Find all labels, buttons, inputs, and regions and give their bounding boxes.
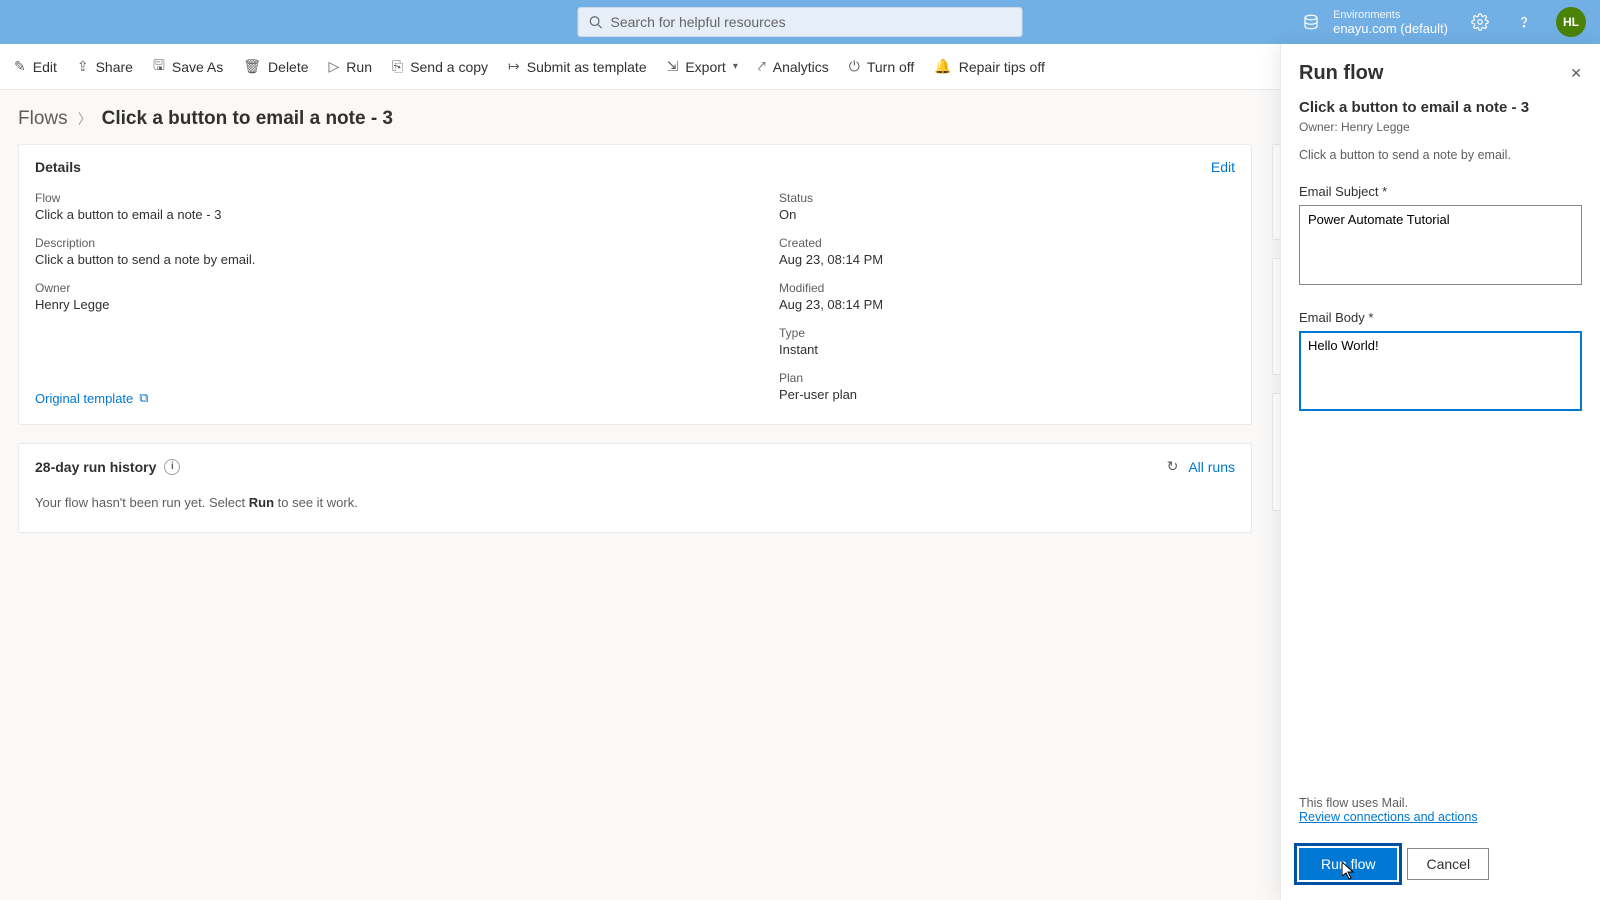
email-body-input[interactable]: Hello World! bbox=[1299, 331, 1582, 411]
environment-name: enayu.com (default) bbox=[1333, 21, 1448, 36]
flow-label: Flow bbox=[35, 191, 779, 205]
run-flow-button[interactable]: Run flow bbox=[1299, 848, 1397, 880]
breadcrumb-current: Click a button to email a note - 3 bbox=[102, 108, 393, 130]
created-value: Aug 23, 08:14 PM bbox=[779, 252, 1235, 267]
panel-owner: Owner: Henry Legge bbox=[1299, 120, 1582, 134]
chevron-down-icon: ▾ bbox=[733, 61, 738, 72]
info-icon[interactable]: i bbox=[164, 459, 180, 475]
created-label: Created bbox=[779, 236, 1235, 250]
plan-value: Per-user plan bbox=[779, 387, 1235, 402]
modified-label: Modified bbox=[779, 281, 1235, 295]
history-empty-message: Your flow hasn't been run yet. Select Ru… bbox=[19, 489, 1251, 532]
save-icon: 🖫 bbox=[153, 55, 165, 79]
search-icon bbox=[589, 15, 603, 29]
details-card: Details Edit Flow Click a button to email… bbox=[18, 144, 1252, 425]
edit-button[interactable]: ✎Edit bbox=[14, 58, 57, 75]
subject-label: Email Subject * bbox=[1299, 184, 1582, 199]
modified-value: Aug 23, 08:14 PM bbox=[779, 297, 1235, 312]
send-copy-button[interactable]: ⎘Send a copy bbox=[392, 58, 488, 75]
breadcrumb-root[interactable]: Flows bbox=[18, 108, 68, 130]
header-right: Environments enayu.com (default) HL bbox=[1299, 7, 1586, 37]
run-flow-panel: Run flow ✕ Click a button to email a not… bbox=[1280, 44, 1600, 900]
details-title: Details bbox=[35, 159, 81, 175]
cancel-button[interactable]: Cancel bbox=[1407, 848, 1489, 880]
environment-icon bbox=[1299, 10, 1323, 34]
chevron-right-icon: 〉 bbox=[78, 109, 92, 129]
search-input[interactable]: Search for helpful resources bbox=[578, 7, 1023, 37]
type-label: Type bbox=[779, 326, 1235, 340]
share-icon: ⇪ bbox=[77, 58, 89, 75]
turn-off-button[interactable]: ⏻Turn off bbox=[849, 58, 915, 75]
panel-uses-note: This flow uses Mail. bbox=[1299, 796, 1582, 810]
status-value: On bbox=[779, 207, 1235, 222]
export-button[interactable]: ⇲Export▾ bbox=[667, 58, 738, 75]
panel-description: Click a button to send a note by email. bbox=[1299, 148, 1582, 162]
status-label: Status bbox=[779, 191, 1235, 205]
run-history-card: 28-day run history i ↻ All runs Your flo… bbox=[18, 443, 1252, 533]
play-icon: ▷ bbox=[329, 58, 340, 75]
open-icon: ⧉ bbox=[139, 390, 148, 406]
owner-label: Owner bbox=[35, 281, 779, 295]
plan-label: Plan bbox=[779, 371, 1235, 385]
environment-label: Environments bbox=[1333, 9, 1448, 21]
analytics-icon: ⤤ bbox=[758, 58, 766, 75]
description-label: Description bbox=[35, 236, 779, 250]
all-runs-link[interactable]: ↻ All runs bbox=[1167, 458, 1235, 475]
submit-template-button[interactable]: ↦Submit as template bbox=[508, 58, 647, 75]
body-label: Email Body * bbox=[1299, 310, 1582, 325]
environment-picker[interactable]: Environments enayu.com (default) bbox=[1299, 9, 1448, 36]
owner-value: Henry Legge bbox=[35, 297, 779, 312]
edit-icon: ✎ bbox=[14, 58, 26, 75]
review-connections-link[interactable]: Review connections and actions bbox=[1299, 810, 1582, 824]
copy-icon: ⎘ bbox=[392, 58, 403, 75]
details-edit-link[interactable]: Edit bbox=[1211, 159, 1235, 175]
save-as-button[interactable]: 🖫Save As bbox=[153, 55, 223, 79]
avatar[interactable]: HL bbox=[1556, 7, 1586, 37]
panel-title: Run flow bbox=[1299, 62, 1383, 85]
search-wrapper: Search for helpful resources bbox=[578, 7, 1023, 37]
close-icon[interactable]: ✕ bbox=[1570, 65, 1582, 82]
search-placeholder: Search for helpful resources bbox=[611, 14, 786, 30]
delete-button[interactable]: 🗑Delete bbox=[243, 58, 308, 75]
share-button[interactable]: ⇪Share bbox=[77, 58, 133, 75]
help-icon[interactable] bbox=[1512, 10, 1536, 34]
settings-icon[interactable] bbox=[1468, 10, 1492, 34]
app-header: Search for helpful resources Environment… bbox=[0, 0, 1600, 44]
analytics-button[interactable]: ⤤Analytics bbox=[758, 58, 829, 75]
export-icon: ⇲ bbox=[667, 58, 679, 75]
repair-tips-button[interactable]: 🔔Repair tips off bbox=[934, 58, 1045, 75]
original-template-link[interactable]: Original template⧉ bbox=[35, 390, 779, 406]
delete-icon: 🗑 bbox=[243, 58, 261, 75]
panel-flow-name: Click a button to email a note - 3 bbox=[1299, 99, 1582, 116]
avatar-initials: HL bbox=[1563, 15, 1579, 29]
email-subject-input[interactable]: Power Automate Tutorial bbox=[1299, 205, 1582, 285]
flow-value: Click a button to email a note - 3 bbox=[35, 207, 779, 222]
refresh-icon: ↻ bbox=[1167, 458, 1179, 475]
type-value: Instant bbox=[779, 342, 1235, 357]
history-title: 28-day run history bbox=[35, 459, 156, 475]
run-button[interactable]: ▷Run bbox=[329, 58, 372, 75]
bell-icon: 🔔 bbox=[934, 58, 951, 75]
description-value: Click a button to send a note by email. bbox=[35, 252, 779, 267]
power-icon: ⏻ bbox=[849, 58, 860, 75]
template-icon: ↦ bbox=[508, 58, 520, 75]
